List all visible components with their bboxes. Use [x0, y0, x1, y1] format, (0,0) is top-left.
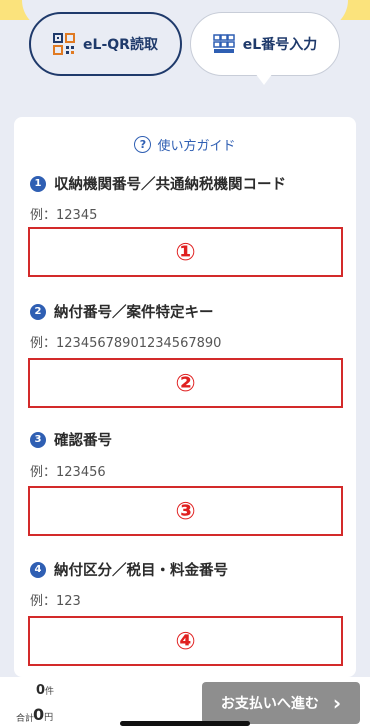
proceed-to-payment-label: お支払いへ進む	[220, 696, 319, 712]
field-3-marker: ③	[175, 497, 196, 525]
checkout-footer: 0件 合計 0円 お支払いへ進む ›	[0, 677, 370, 727]
help-icon: ?	[134, 136, 152, 153]
tab-el-qr-scan[interactable]: eL-QR読取	[29, 12, 182, 76]
field-2-label-text: 納付番号／案件特定キー	[54, 305, 214, 321]
total-amount: 0円	[33, 705, 53, 724]
item-count-unit: 件	[45, 687, 55, 697]
field-3-example: 例：123456	[30, 465, 106, 480]
field-2-label: 2 納付番号／案件特定キー	[30, 301, 214, 322]
field-1-label: 1 収納機関番号／共通納税機関コード	[30, 173, 286, 194]
number-grid-icon	[213, 34, 235, 54]
tab-el-qr-label: eL-QR読取	[83, 37, 158, 53]
home-indicator	[120, 721, 250, 726]
item-count: 0件	[36, 683, 54, 698]
field-4-label: 4 納付区分／税目・料金番号	[30, 559, 228, 580]
field-2-input[interactable]: ②	[28, 358, 343, 408]
step-2-badge: 2	[30, 303, 46, 320]
tab-el-number-label: eL番号入力	[242, 37, 318, 53]
field-1-marker: ①	[175, 238, 196, 266]
field-2-marker: ②	[175, 369, 196, 397]
qr-code-icon	[53, 33, 76, 55]
proceed-to-payment-button[interactable]: お支払いへ進む ›	[202, 682, 360, 724]
tab-el-number-input[interactable]: eL番号入力	[190, 12, 340, 76]
step-3-badge: 3	[30, 431, 46, 448]
field-4-label-text: 納付区分／税目・料金番号	[54, 563, 228, 579]
field-1-example: 例：12345	[30, 208, 98, 223]
input-form-card: ? 使い方ガイド 1 収納機関番号／共通納税機関コード 例：12345 ① 2 …	[14, 117, 356, 677]
field-4-example: 例：123	[30, 594, 81, 609]
field-1-label-text: 収納機関番号／共通納税機関コード	[54, 177, 286, 193]
field-3-label-text: 確認番号	[54, 433, 112, 449]
field-4-marker: ④	[175, 627, 196, 655]
total-amount-value: 0	[33, 705, 45, 724]
step-1-badge: 1	[30, 175, 46, 192]
total-amount-unit: 円	[44, 713, 54, 723]
field-1-input[interactable]: ①	[28, 227, 343, 277]
field-2-example: 例：12345678901234567890	[30, 336, 222, 351]
field-3-label: 3 確認番号	[30, 429, 112, 450]
total-label: 合計	[16, 714, 35, 724]
usage-guide-label: 使い方ガイド	[157, 139, 236, 154]
chevron-right-icon: ›	[332, 691, 342, 715]
active-tab-pointer	[255, 73, 273, 85]
field-4-input[interactable]: ④	[28, 616, 343, 666]
step-4-badge: 4	[30, 561, 46, 578]
usage-guide-link[interactable]: ? 使い方ガイド	[14, 135, 356, 154]
item-count-value: 0	[36, 683, 46, 698]
field-3-input[interactable]: ③	[28, 486, 343, 536]
